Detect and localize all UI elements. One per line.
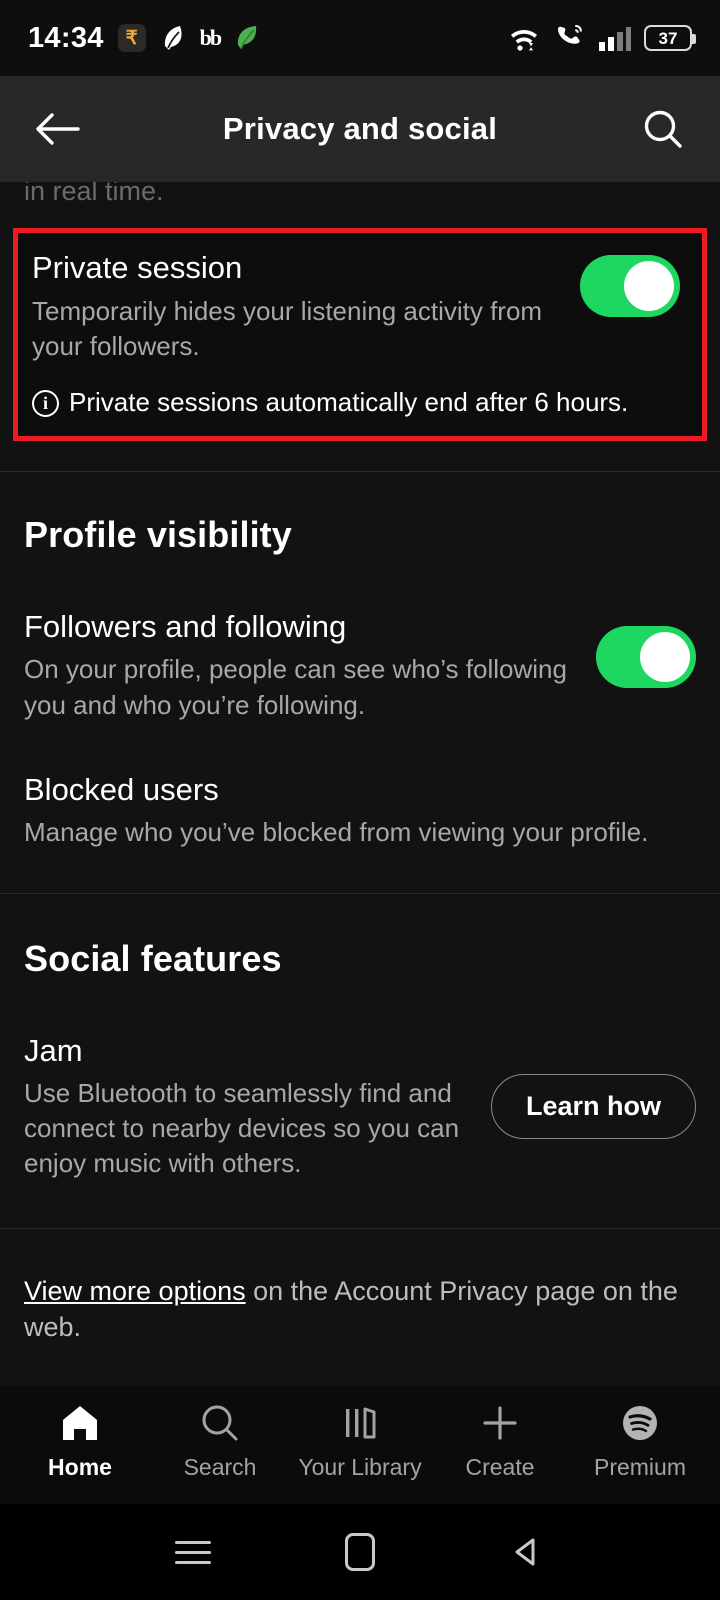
recents-button[interactable] bbox=[167, 1526, 219, 1578]
nav-label-your-library: Your Library bbox=[298, 1454, 422, 1480]
private-session-note: i Private sessions automatically end aft… bbox=[32, 386, 680, 420]
nav-label-premium: Premium bbox=[593, 1454, 686, 1480]
status-clock: 14:34 bbox=[28, 21, 104, 54]
battery-icon: 37 bbox=[644, 25, 696, 51]
blocked-users-row[interactable]: Blocked users Manage who you’ve blocked … bbox=[24, 771, 696, 893]
blocked-users-description: Manage who you’ve blocked from viewing y… bbox=[24, 817, 649, 848]
previous-item-cutoff-text: in real time. bbox=[24, 182, 164, 206]
blocked-users-text: Blocked users Manage who you’ve blocked … bbox=[24, 771, 696, 851]
phone-screen: 14:34 ₹ bb 37 Privacy and social in real… bbox=[0, 0, 720, 1600]
private-session-highlight-box: Private session Temporarily hides your l… bbox=[13, 228, 707, 441]
followers-following-title: Followers and following bbox=[24, 608, 347, 644]
toggle-knob bbox=[624, 261, 674, 311]
toggle-knob bbox=[640, 631, 690, 682]
back-triangle-icon bbox=[515, 1538, 535, 1566]
app-header: Privacy and social bbox=[0, 76, 720, 182]
nav-label-search: Search bbox=[183, 1454, 257, 1480]
settings-scroll-area[interactable]: in real time. Private session Temporaril… bbox=[0, 182, 720, 1386]
wifi-icon bbox=[507, 24, 541, 52]
back-button[interactable] bbox=[26, 98, 88, 160]
jam-row[interactable]: Jam Use Bluetooth to seamlessly find and… bbox=[24, 1032, 696, 1228]
nav-item-premium[interactable]: Premium bbox=[570, 1401, 710, 1481]
signal-icon bbox=[597, 24, 631, 52]
status-bar: 14:34 ₹ bb 37 bbox=[0, 0, 720, 76]
profile-visibility-heading: Profile visibility bbox=[24, 513, 292, 555]
nav-item-home[interactable]: Home bbox=[10, 1401, 150, 1481]
spotify-logo-icon bbox=[623, 1406, 657, 1440]
back-button-system[interactable] bbox=[501, 1526, 553, 1578]
followers-following-toggle[interactable] bbox=[596, 625, 696, 688]
search-icon bbox=[202, 1405, 238, 1441]
bottom-navigation-bar: Home Search Your Library Create Premium bbox=[0, 1386, 720, 1504]
footer-note: View more options on the Account Privacy… bbox=[0, 1229, 720, 1346]
followers-following-text: Followers and following On your profile,… bbox=[24, 608, 596, 723]
nav-label-home: Home bbox=[48, 1454, 112, 1480]
home-icon bbox=[63, 1406, 97, 1440]
nav-item-create[interactable]: Create bbox=[430, 1401, 570, 1481]
social-features-heading: Social features bbox=[24, 937, 282, 979]
view-more-options-link[interactable]: View more options bbox=[24, 1276, 246, 1306]
followers-following-description: On your profile, people can see who’s fo… bbox=[24, 654, 567, 720]
jam-description: Use Bluetooth to seamlessly find and con… bbox=[24, 1078, 460, 1179]
rupee-app-icon: ₹ bbox=[117, 24, 146, 52]
jam-title: Jam bbox=[24, 1032, 83, 1068]
search-icon bbox=[644, 110, 682, 148]
private-session-title: Private session bbox=[32, 250, 243, 285]
call-icon bbox=[554, 24, 584, 52]
status-bar-left: 14:34 ₹ bb bbox=[28, 22, 260, 55]
private-session-note-text: Private sessions automatically end after… bbox=[69, 386, 629, 417]
nav-item-your-library[interactable]: Your Library bbox=[290, 1401, 430, 1481]
profile-visibility-section: Profile visibility Followers and followi… bbox=[0, 472, 720, 893]
nav-label-create: Create bbox=[465, 1454, 535, 1480]
private-session-text: Private session Temporarily hides your l… bbox=[32, 249, 580, 364]
search-button[interactable] bbox=[632, 98, 694, 160]
home-button[interactable] bbox=[334, 1526, 386, 1578]
social-features-section: Social features Jam Use Bluetooth to sea… bbox=[0, 894, 720, 1228]
leaf-app-icon bbox=[234, 24, 260, 52]
private-session-toggle[interactable] bbox=[580, 255, 680, 317]
spacer-after-highlight bbox=[0, 441, 720, 471]
feather-app-icon bbox=[160, 24, 186, 52]
info-icon: i bbox=[32, 389, 59, 417]
plus-icon bbox=[483, 1406, 517, 1440]
blocked-users-title: Blocked users bbox=[24, 771, 219, 807]
bb-app-icon: bb bbox=[199, 25, 223, 50]
jam-text: Jam Use Bluetooth to seamlessly find and… bbox=[24, 1032, 491, 1182]
private-session-description: Temporarily hides your listening activit… bbox=[32, 295, 543, 361]
nav-item-search[interactable]: Search bbox=[150, 1401, 290, 1481]
page-title: Privacy and social bbox=[222, 111, 498, 146]
private-session-row[interactable]: Private session Temporarily hides your l… bbox=[32, 249, 680, 364]
status-bar-right: 37 bbox=[507, 24, 696, 52]
android-system-nav bbox=[0, 1504, 720, 1600]
learn-how-button[interactable]: Learn how bbox=[490, 1074, 696, 1140]
home-square-icon bbox=[344, 1533, 375, 1571]
back-arrow-icon bbox=[36, 113, 80, 145]
followers-following-row[interactable]: Followers and following On your profile,… bbox=[24, 608, 696, 723]
recents-icon bbox=[175, 1540, 212, 1564]
battery-percent: 37 bbox=[658, 28, 678, 48]
library-icon bbox=[346, 1407, 376, 1439]
